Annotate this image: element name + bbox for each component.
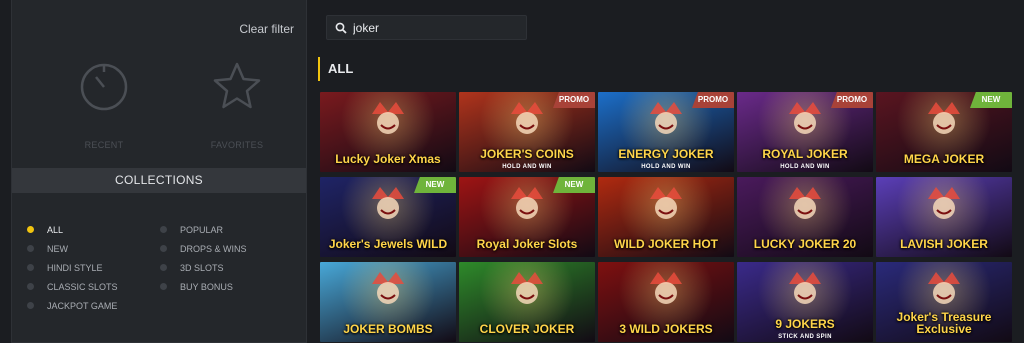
game-tile[interactable]: CLOVER JOKER [459, 262, 595, 342]
joker-art-icon [789, 187, 821, 219]
game-title: 9 JOKERS [775, 317, 835, 332]
stopwatch-icon [80, 63, 128, 111]
game-title: Joker's Jewels WILD [328, 237, 448, 252]
collection-hindi-style[interactable]: HINDI STYLE [27, 258, 118, 277]
dot-icon [27, 245, 34, 252]
dot-icon [27, 264, 34, 271]
game-tile[interactable]: Lucky Joker Xmas [320, 92, 456, 172]
collection-label: BUY BONUS [180, 281, 233, 292]
recent-shortcut[interactable]: RECENT [64, 60, 144, 150]
joker-art-icon [372, 272, 404, 304]
collection-label: HINDI STYLE [47, 262, 103, 273]
new-badge: NEW [553, 177, 595, 193]
game-tile[interactable]: Joker's Treasure Exclusive [876, 262, 1012, 342]
joker-art-icon [928, 187, 960, 219]
game-subtitle: STICK AND SPIN [778, 334, 832, 340]
filter-panel: Clear filter RECENT FAVORITES COLLECTION… [11, 0, 307, 343]
collection-label: NEW [47, 243, 68, 254]
collection-label: 3D SLOTS [180, 262, 224, 273]
star-icon [213, 62, 261, 109]
joker-art-icon [650, 187, 682, 219]
game-tile[interactable]: WILD JOKER HOT [598, 177, 734, 257]
game-title: ENERGY JOKER [618, 147, 714, 162]
dot-icon [160, 264, 167, 271]
game-title: Royal Joker Slots [476, 237, 578, 252]
game-tile[interactable]: ENERGY JOKER HOLD AND WIN PROMO [598, 92, 734, 172]
collection-label: JACKPOT GAME [47, 300, 118, 311]
active-dot-icon [27, 226, 34, 233]
collection-jackpot-game[interactable]: JACKPOT GAME [27, 296, 118, 315]
game-tile[interactable]: Joker's Jewels WILD NEW [320, 177, 456, 257]
collection-label: ALL [47, 224, 64, 235]
game-subtitle: HOLD AND WIN [502, 164, 552, 170]
promo-badge: PROMO [553, 92, 595, 108]
joker-art-icon [511, 272, 543, 304]
collection-label: DROPS & WINS [180, 243, 247, 254]
dot-icon [27, 302, 34, 309]
game-title: 3 WILD JOKERS [619, 322, 713, 337]
search-icon [335, 22, 347, 34]
favorites-shortcut[interactable]: FAVORITES [197, 60, 277, 150]
section-title: ALL [318, 57, 353, 81]
promo-badge: PROMO [692, 92, 734, 108]
collection-drops-wins[interactable]: DROPS & WINS [160, 239, 247, 258]
collection-label: POPULAR [180, 224, 224, 235]
game-tile[interactable]: LUCKY JOKER 20 [737, 177, 873, 257]
game-title: WILD JOKER HOT [614, 237, 718, 252]
game-tile[interactable]: JOKER BOMBS [320, 262, 456, 342]
collection-classic-slots[interactable]: CLASSIC SLOTS [27, 277, 118, 296]
new-badge: NEW [414, 177, 456, 193]
game-title: Joker's Treasure Exclusive [896, 309, 992, 337]
collection-3d-slots[interactable]: 3D SLOTS [160, 258, 247, 277]
game-tile[interactable]: Royal Joker Slots NEW [459, 177, 595, 257]
game-tile[interactable]: 9 JOKERS STICK AND SPIN [737, 262, 873, 342]
dot-icon [160, 245, 167, 252]
joker-art-icon [928, 272, 960, 304]
dot-icon [160, 283, 167, 290]
game-tile[interactable]: LAVISH JOKER [876, 177, 1012, 257]
joker-art-icon [928, 102, 960, 134]
game-title: ROYAL JOKER [762, 147, 848, 162]
dot-icon [27, 283, 34, 290]
dot-icon [160, 226, 167, 233]
collection-popular[interactable]: POPULAR [160, 220, 247, 239]
game-title: JOKER'S COINS [480, 147, 574, 162]
game-title: Lucky Joker Xmas [335, 152, 441, 167]
game-title: CLOVER JOKER [479, 322, 575, 337]
collection-new[interactable]: NEW [27, 239, 118, 258]
collection-buy-bonus[interactable]: BUY BONUS [160, 277, 247, 296]
game-subtitle: HOLD AND WIN [641, 164, 691, 170]
joker-art-icon [372, 187, 404, 219]
search-input[interactable] [353, 20, 513, 35]
recent-label: RECENT [84, 140, 124, 150]
collections-header: COLLECTIONS [12, 168, 306, 193]
game-title: LUCKY JOKER 20 [753, 237, 857, 252]
promo-badge: PROMO [831, 92, 873, 108]
game-tile[interactable]: MEGA JOKER NEW [876, 92, 1012, 172]
collection-all[interactable]: ALL [27, 220, 118, 239]
joker-art-icon [650, 102, 682, 134]
game-tile[interactable]: JOKER'S COINS HOLD AND WIN PROMO [459, 92, 595, 172]
joker-art-icon [789, 272, 821, 304]
collections-list-right: POPULAR DROPS & WINS 3D SLOTS BUY BONUS [160, 220, 247, 296]
game-subtitle: HOLD AND WIN [780, 164, 830, 170]
game-tile[interactable]: ROYAL JOKER HOLD AND WIN PROMO [737, 92, 873, 172]
game-title: JOKER BOMBS [343, 322, 433, 337]
joker-art-icon [511, 187, 543, 219]
joker-art-icon [511, 102, 543, 134]
clear-filter-link[interactable]: Clear filter [239, 22, 294, 36]
favorites-label: FAVORITES [210, 140, 264, 150]
game-title: LAVISH JOKER [900, 237, 988, 252]
search-box[interactable] [326, 15, 527, 40]
new-badge: NEW [970, 92, 1012, 108]
game-tile[interactable]: 3 WILD JOKERS [598, 262, 734, 342]
collections-list-left: ALL NEW HINDI STYLE CLASSIC SLOTS JACKPO… [27, 220, 118, 315]
joker-art-icon [789, 102, 821, 134]
game-title: MEGA JOKER [903, 152, 985, 167]
joker-art-icon [372, 102, 404, 134]
joker-art-icon [650, 272, 682, 304]
collection-label: CLASSIC SLOTS [47, 281, 118, 292]
